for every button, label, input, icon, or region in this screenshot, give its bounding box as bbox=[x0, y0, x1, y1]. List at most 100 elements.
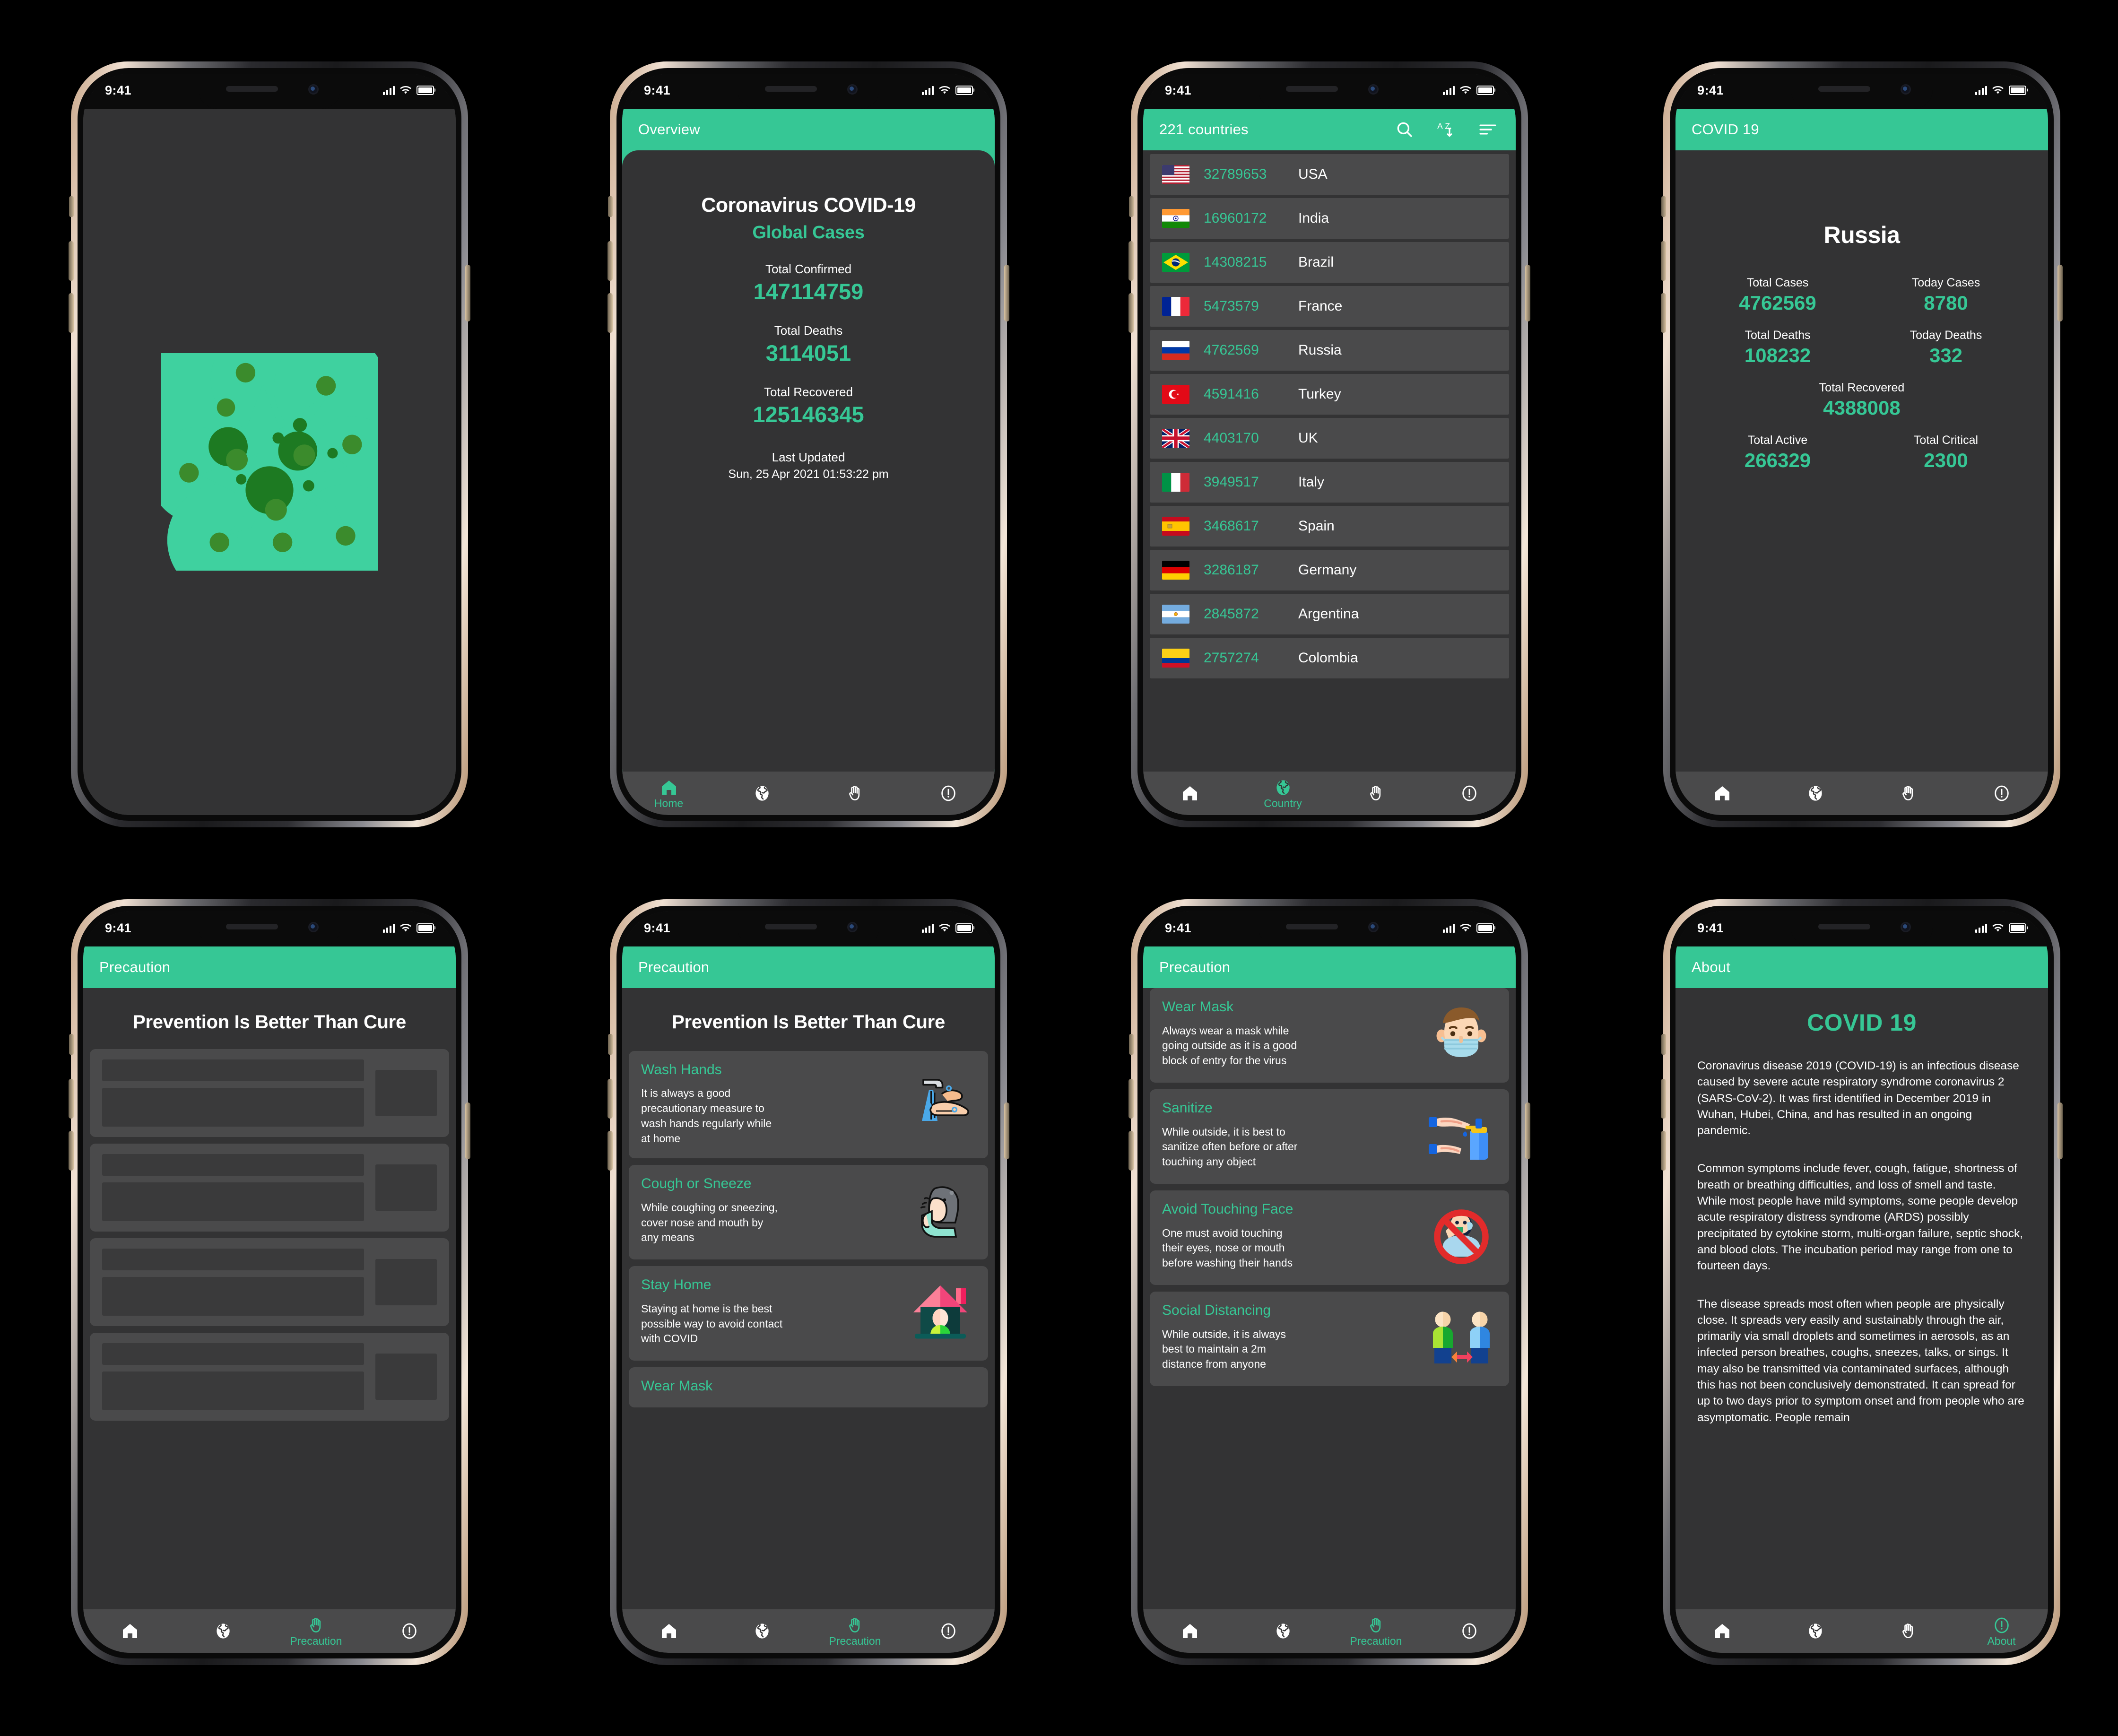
bottom-navigation[interactable]: Precaution bbox=[622, 1609, 995, 1653]
info-icon[interactable] bbox=[1460, 784, 1479, 803]
country-row[interactable]: 14308215 Brazil bbox=[1150, 242, 1509, 283]
mute-switch[interactable] bbox=[1661, 196, 1666, 217]
power-button[interactable] bbox=[465, 265, 470, 321]
precaution-card[interactable]: Wear Mask bbox=[629, 1367, 988, 1407]
power-button[interactable] bbox=[2057, 1102, 2063, 1159]
home-icon[interactable] bbox=[1713, 784, 1732, 803]
precaution-card[interactable]: Cough or Sneeze While coughing or sneezin… bbox=[629, 1165, 988, 1260]
nav-item-country[interactable] bbox=[715, 772, 808, 815]
hand-icon[interactable] bbox=[1367, 1616, 1386, 1635]
search-icon[interactable] bbox=[1395, 120, 1415, 139]
hand-icon[interactable] bbox=[846, 1616, 865, 1635]
nav-item-precaution[interactable] bbox=[808, 772, 902, 815]
precaution-card-list[interactable]: Wash Hands It is always a good precaution… bbox=[622, 1035, 995, 1407]
volume-down-button[interactable] bbox=[1128, 1131, 1134, 1171]
home-icon[interactable] bbox=[1181, 1622, 1199, 1641]
country-row[interactable]: 2845872 Argentina bbox=[1150, 594, 1509, 634]
about-body[interactable]: COVID 19 Coronavirus disease 2019 (COVID-… bbox=[1675, 988, 2048, 1609]
volume-down-button[interactable] bbox=[1661, 1131, 1666, 1171]
power-button[interactable] bbox=[2057, 265, 2063, 321]
info-icon[interactable] bbox=[939, 1622, 958, 1641]
volume-down-button[interactable] bbox=[69, 293, 74, 333]
volume-down-button[interactable] bbox=[1661, 293, 1666, 333]
info-icon[interactable] bbox=[1992, 784, 2011, 803]
volume-up-button[interactable] bbox=[1128, 1079, 1134, 1119]
globe-icon[interactable] bbox=[753, 784, 772, 803]
bottom-navigation[interactable]: Country bbox=[1143, 772, 1516, 815]
country-row[interactable]: 3468617 Spain bbox=[1150, 506, 1509, 547]
nav-item-precaution[interactable] bbox=[1862, 772, 1955, 815]
volume-down-button[interactable] bbox=[608, 293, 613, 333]
home-icon[interactable] bbox=[1713, 1622, 1732, 1641]
info-icon[interactable] bbox=[1992, 1616, 2011, 1635]
nav-item-precaution[interactable]: Precaution bbox=[1329, 1609, 1423, 1653]
volume-down-button[interactable] bbox=[69, 1131, 74, 1171]
precaution-card-list[interactable]: Wear Mask Always wear a mask while going … bbox=[1143, 988, 1516, 1386]
globe-icon[interactable] bbox=[1806, 1622, 1825, 1641]
globe-icon[interactable] bbox=[1274, 778, 1293, 797]
bottom-navigation[interactable]: Precaution bbox=[1143, 1609, 1516, 1653]
globe-icon[interactable] bbox=[1274, 1622, 1293, 1641]
globe-icon[interactable] bbox=[1806, 784, 1825, 803]
bottom-navigation[interactable]: Precaution bbox=[83, 1609, 456, 1653]
nav-item-precaution[interactable]: Precaution bbox=[808, 1609, 902, 1653]
volume-down-button[interactable] bbox=[1128, 293, 1134, 333]
nav-item-country[interactable]: Country bbox=[1236, 772, 1329, 815]
precaution-screen-bottom-body[interactable]: Wear Mask Always wear a mask while going … bbox=[1143, 988, 1516, 1609]
mute-switch[interactable] bbox=[69, 1034, 74, 1055]
volume-up-button[interactable] bbox=[1661, 241, 1666, 281]
globe-icon[interactable] bbox=[753, 1622, 772, 1641]
country-list-body[interactable]: 32789653 USA 16960172 India 14308215 Brazil 54… bbox=[1143, 150, 1516, 772]
country-list[interactable]: 32789653 USA 16960172 India 14308215 Brazil 54… bbox=[1143, 154, 1516, 678]
precaution-card[interactable]: Social Distancing While outside, it is al… bbox=[1150, 1292, 1509, 1386]
hand-icon[interactable] bbox=[307, 1616, 326, 1635]
country-row[interactable]: 2757274 Colombia bbox=[1150, 638, 1509, 678]
precaution-screen-top-body[interactable]: Prevention Is Better Than Cure Wash Hands… bbox=[622, 988, 995, 1609]
info-icon[interactable] bbox=[400, 1622, 419, 1641]
nav-item-country[interactable] bbox=[176, 1609, 269, 1653]
precaution-card[interactable]: Avoid Touching Face One must avoid touchi… bbox=[1150, 1190, 1509, 1285]
hand-icon[interactable] bbox=[846, 784, 865, 803]
nav-item-precaution[interactable] bbox=[1329, 772, 1423, 815]
country-row[interactable]: 5473579 France bbox=[1150, 286, 1509, 327]
hand-icon[interactable] bbox=[1367, 784, 1386, 803]
country-row[interactable]: 4403170 UK bbox=[1150, 418, 1509, 459]
info-icon[interactable] bbox=[1460, 1622, 1479, 1641]
home-icon[interactable] bbox=[660, 1622, 678, 1641]
country-row[interactable]: 4762569 Russia bbox=[1150, 330, 1509, 371]
bottom-navigation[interactable]: Home bbox=[622, 772, 995, 815]
mute-switch[interactable] bbox=[1129, 196, 1134, 217]
precaution-card[interactable]: Wash Hands It is always a good precaution… bbox=[629, 1050, 988, 1159]
country-row[interactable]: 16960172 India bbox=[1150, 198, 1509, 239]
volume-down-button[interactable] bbox=[608, 1131, 613, 1171]
volume-up-button[interactable] bbox=[69, 1079, 74, 1119]
volume-up-button[interactable] bbox=[608, 1079, 613, 1119]
nav-item-precaution[interactable]: Precaution bbox=[269, 1609, 363, 1653]
power-button[interactable] bbox=[1004, 1102, 1009, 1159]
hand-icon[interactable] bbox=[1899, 784, 1918, 803]
precaution-card[interactable]: Wear Mask Always wear a mask while going … bbox=[1150, 988, 1509, 1083]
mute-switch[interactable] bbox=[608, 196, 613, 217]
nav-item-precaution[interactable] bbox=[1862, 1609, 1955, 1653]
mute-switch[interactable] bbox=[1129, 1034, 1134, 1055]
home-icon[interactable] bbox=[660, 778, 678, 797]
precaution-card[interactable]: Stay Home Staying at home is the best pos… bbox=[629, 1266, 988, 1361]
nav-item-country[interactable] bbox=[1769, 1609, 1862, 1653]
info-icon[interactable] bbox=[939, 784, 958, 803]
home-icon[interactable] bbox=[1181, 784, 1199, 803]
mute-switch[interactable] bbox=[1661, 1034, 1666, 1055]
power-button[interactable] bbox=[1004, 265, 1009, 321]
precaution-card[interactable]: Sanitize While outside, it is best to san… bbox=[1150, 1089, 1509, 1184]
country-row[interactable]: 4591416 Turkey bbox=[1150, 374, 1509, 415]
country-row[interactable]: 3286187 Germany bbox=[1150, 550, 1509, 590]
power-button[interactable] bbox=[1525, 265, 1530, 321]
country-row[interactable]: 32789653 USA bbox=[1150, 154, 1509, 195]
nav-item-country[interactable] bbox=[1236, 1609, 1329, 1653]
volume-up-button[interactable] bbox=[69, 241, 74, 281]
hand-icon[interactable] bbox=[1899, 1622, 1918, 1641]
power-button[interactable] bbox=[465, 1102, 470, 1159]
volume-up-button[interactable] bbox=[1661, 1079, 1666, 1119]
power-button[interactable] bbox=[1525, 1102, 1530, 1159]
country-row[interactable]: 3949517 Italy bbox=[1150, 462, 1509, 503]
mute-switch[interactable] bbox=[69, 196, 74, 217]
